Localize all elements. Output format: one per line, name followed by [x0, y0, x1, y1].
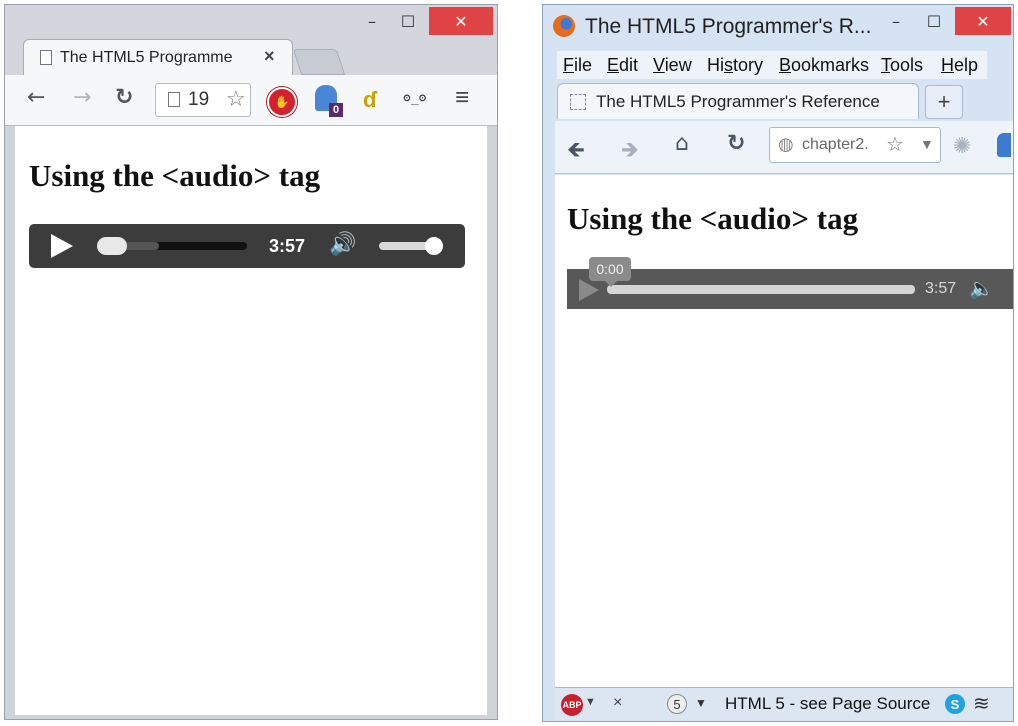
menu-history[interactable]: History: [707, 55, 763, 76]
maximize-button[interactable]: ☐: [393, 7, 423, 35]
chrome-active-tab[interactable]: The HTML5 Programme ×: [23, 39, 293, 75]
menu-bookmarks[interactable]: Bookmarks: [779, 55, 869, 76]
firefox-logo-icon: [553, 15, 575, 37]
seek-thumb[interactable]: [97, 237, 127, 255]
back-arrow-icon[interactable]: ←: [27, 85, 45, 110]
tab-title: The HTML5 Programme: [60, 49, 233, 66]
status-text: HTML 5 - see Page Source: [725, 694, 931, 713]
audio-player: 0:00 3:57 🔈: [567, 257, 1013, 309]
bookmark-star-icon[interactable]: ☆: [886, 132, 904, 157]
bookmark-star-icon[interactable]: ☆: [226, 86, 246, 112]
close-window-button[interactable]: ✕: [429, 7, 493, 35]
firefox-active-tab[interactable]: The HTML5 Programmer's Reference: [557, 83, 919, 119]
loading-spinner-icon: ✺: [953, 133, 972, 158]
menu-icon[interactable]: ≡: [455, 84, 469, 112]
new-tab-button[interactable]: [292, 49, 346, 75]
page-icon: [40, 50, 52, 65]
url-bar[interactable]: ◍ chapter2. ☆ ▼: [769, 127, 941, 163]
current-time-tooltip: 0:00: [589, 257, 631, 281]
reload-icon[interactable]: ↻: [115, 85, 133, 110]
menu-edit[interactable]: Edit: [607, 55, 638, 76]
home-icon[interactable]: ⌂: [675, 131, 689, 156]
globe-icon: ◍: [778, 134, 794, 154]
stop-extension-icon[interactable]: ✋: [267, 87, 297, 117]
extension-badge: 0: [329, 103, 343, 117]
seek-bar[interactable]: [607, 285, 915, 294]
tooltip-pointer: [605, 281, 617, 287]
menu-tools[interactable]: Tools: [881, 55, 923, 76]
status-close-icon[interactable]: ×: [613, 694, 622, 712]
minimize-button[interactable]: –: [357, 7, 387, 35]
forward-arrow-icon[interactable]: 🡺: [621, 133, 639, 171]
play-icon[interactable]: [51, 234, 73, 258]
menu-help[interactable]: Help: [941, 55, 978, 76]
duration-time: 3:57: [925, 280, 957, 297]
status-bar: ABP ▼ × 5 ▼ HTML 5 - see Page Source S ≋: [555, 687, 1013, 720]
face-extension-icon[interactable]: ʘ_ʘ: [403, 91, 426, 106]
back-arrow-icon[interactable]: 🡸: [567, 133, 585, 171]
menu-view[interactable]: View: [653, 55, 692, 76]
yellow-extension-icon[interactable]: ɗ: [363, 87, 376, 113]
chrome-window: – ☐ ✕ The HTML5 Programme × ← → ↻ 19 ☆ ✋…: [4, 4, 498, 720]
menu-bar: File Edit View History Bookmarks Tools H…: [557, 51, 987, 79]
volume-icon[interactable]: 🔊: [329, 232, 356, 257]
tab-close-icon[interactable]: ×: [264, 46, 275, 67]
play-icon[interactable]: [579, 279, 599, 301]
page-icon: [168, 92, 180, 107]
ghost-extension-icon[interactable]: [997, 133, 1011, 157]
page-heading: Using the <audio> tag: [29, 158, 321, 193]
duration-time: 3:57: [269, 236, 306, 256]
new-tab-button[interactable]: +: [925, 85, 963, 119]
minimize-button[interactable]: –: [881, 7, 911, 35]
address-bar[interactable]: 19 ☆: [155, 83, 251, 117]
status-count-badge[interactable]: 5: [667, 694, 687, 714]
skype-icon[interactable]: S: [945, 694, 965, 714]
url-dropdown-icon[interactable]: ▼: [920, 136, 934, 152]
reload-icon[interactable]: ↻: [727, 131, 745, 156]
volume-icon[interactable]: 🔈: [969, 276, 994, 300]
close-window-button[interactable]: ✕: [955, 7, 1011, 35]
layers-icon[interactable]: ≋: [973, 691, 990, 715]
maximize-button[interactable]: ☐: [919, 7, 949, 35]
adblock-icon[interactable]: ABP: [561, 694, 583, 716]
window-title: The HTML5 Programmer's R...: [585, 15, 872, 38]
volume-thumb[interactable]: [425, 237, 443, 255]
url-text: chapter2.: [802, 136, 869, 153]
chrome-page-content: Using the <audio> tag 3:57 🔊: [15, 126, 487, 715]
page-icon: [570, 94, 586, 110]
forward-arrow-icon[interactable]: →: [73, 85, 91, 110]
adblock-dropdown-icon[interactable]: ▼: [585, 696, 596, 708]
status-dropdown-icon[interactable]: ▼: [695, 696, 707, 710]
audio-player: 3:57 🔊: [29, 224, 465, 268]
firefox-page-content: Using the <audio> tag 0:00 3:57 🔈: [555, 175, 1013, 687]
address-text: 19: [188, 89, 210, 110]
page-heading: Using the <audio> tag: [567, 201, 859, 236]
tab-title: The HTML5 Programmer's Reference: [596, 92, 880, 111]
menu-file[interactable]: File: [563, 55, 592, 76]
firefox-window: The HTML5 Programmer's R... – ☐ ✕ File E…: [542, 4, 1014, 722]
